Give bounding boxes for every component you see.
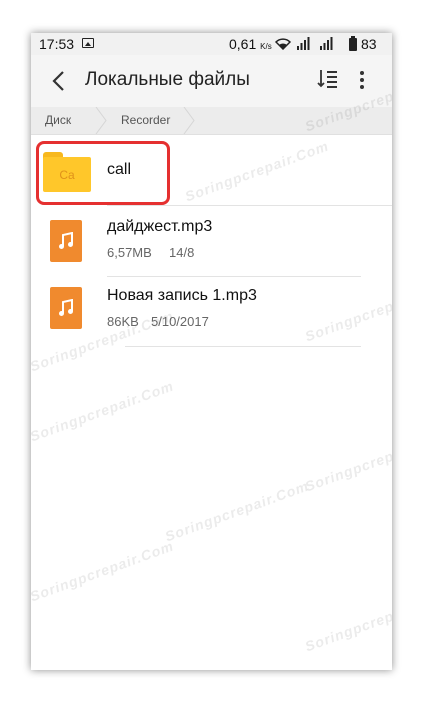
watermark: Soringpcrepair.Com [302,587,392,655]
battery-percent: 83 [361,36,377,52]
watermark: Soringpcrepair.Com [302,427,392,495]
list-item[interactable]: дайджест.mp3 6,57MB 14/8 [31,206,392,276]
battery-icon [349,36,357,51]
highlight-frame [36,141,170,205]
music-file-icon [50,220,82,262]
watermark: Soringpcrepair.Com [162,477,311,545]
divider [125,346,361,347]
phone-screen: 17:53 0,61 K/s 83 Локальные файлы Диск R… [31,33,392,670]
file-name: Новая запись 1.mp3 [107,287,257,304]
network-speed: 0,61 K/s [229,36,272,52]
signal-icon [320,37,333,50]
toolbar: Локальные файлы [31,55,392,107]
file-date: 14/8 [169,245,195,260]
image-notification-icon [82,38,94,48]
file-size: 6,57MB [107,245,152,260]
status-bar: 17:53 0,61 K/s 83 [31,33,392,55]
breadcrumb-separator [95,107,107,134]
music-file-icon [50,287,82,329]
breadcrumb-item-disk[interactable]: Диск [45,113,71,127]
page-title: Локальные файлы [85,69,250,90]
watermark: Soringpcrepair.Com [31,537,176,605]
file-name: дайджест.mp3 [107,218,213,235]
watermark: Soringpcrepair.Com [31,377,176,445]
sort-icon[interactable] [317,68,339,90]
list-item[interactable]: Новая запись 1.mp3 86KB 5/10/2017 [31,276,392,346]
status-time: 17:53 [39,36,75,52]
signal-icon [297,37,310,50]
breadcrumb-separator [183,107,195,134]
wifi-icon [275,38,291,50]
more-options-icon[interactable] [357,68,367,90]
back-arrow-icon[interactable] [45,67,73,95]
breadcrumb-item-recorder[interactable]: Recorder [121,113,170,127]
